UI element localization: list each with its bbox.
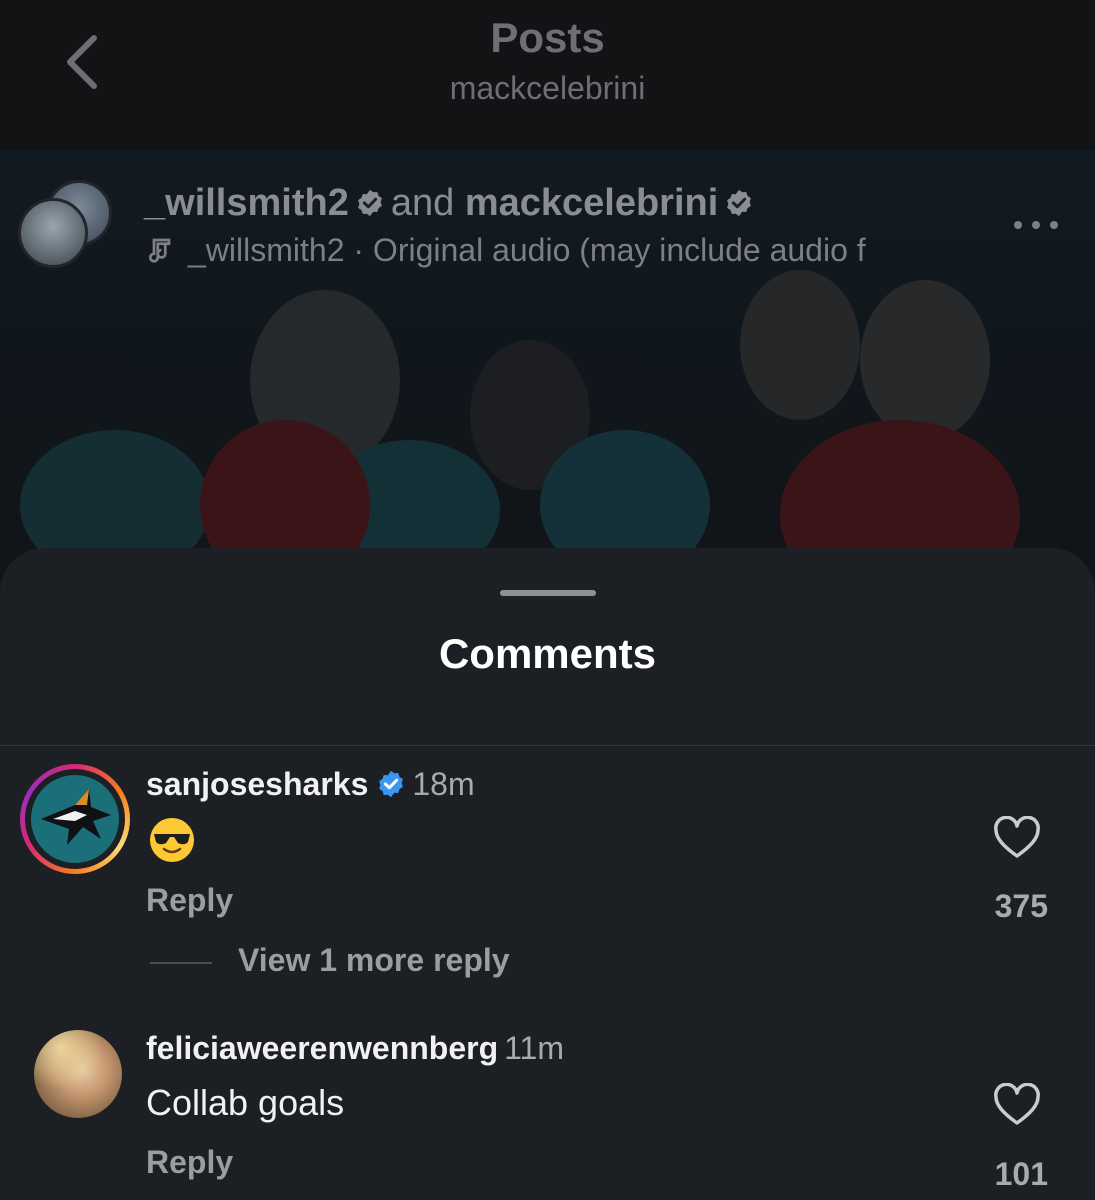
avatar-hair-highlight: [34, 1030, 122, 1118]
top-bar: Posts mackcelebrini: [0, 0, 1095, 150]
comments-sheet: Comments sanjosesharks 18m Reply 375 Vie…: [0, 548, 1095, 1200]
feliciaweerenwennberg-avatar[interactable]: [34, 1030, 122, 1118]
post-media[interactable]: _willsmith2 and mackcelebrini _willsmith2…: [0, 150, 1095, 600]
like-count: 375: [994, 888, 1048, 924]
comment-username[interactable]: feliciaweerenwennberg: [146, 1030, 498, 1066]
like-count: 101: [994, 1156, 1048, 1192]
comment-user[interactable]: feliciaweerenwennberg 11m: [146, 1030, 564, 1067]
verified-icon: [357, 189, 382, 217]
audio-info[interactable]: _willsmith2 · Original audio (may includ…: [144, 232, 974, 269]
music-note-icon: [148, 238, 171, 263]
collab-joiner: and: [390, 182, 455, 224]
sanjosesharks-avatar: [31, 775, 119, 863]
sheet-grabber[interactable]: [500, 590, 596, 596]
collab-authors: _willsmith2 and mackcelebrini: [144, 182, 760, 225]
sunglasses-emoji: [150, 818, 194, 862]
collab-user-2[interactable]: mackcelebrini: [465, 182, 718, 224]
avatar-mackcelebrini: [18, 198, 88, 268]
audio-text: _willsmith2 · Original audio (may includ…: [188, 232, 866, 268]
comment-text: Collab goals: [146, 1082, 345, 1123]
reply-button[interactable]: Reply: [146, 882, 233, 919]
more-dots-icon[interactable]: [1012, 218, 1060, 232]
comment-user[interactable]: sanjosesharks 18m: [146, 766, 475, 803]
verified-icon: [379, 770, 404, 798]
comment-time: 11m: [504, 1030, 564, 1066]
verified-icon: [727, 189, 752, 217]
page-title: Posts: [490, 14, 605, 61]
comment-time: 18m: [412, 766, 475, 802]
shark-logo-icon: [41, 789, 111, 845]
collab-avatars[interactable]: [18, 180, 112, 272]
view-more-replies[interactable]: View 1 more reply: [238, 942, 510, 979]
comment-username[interactable]: sanjosesharks: [146, 766, 368, 802]
avatar-story-ring[interactable]: [20, 764, 130, 874]
heart-icon[interactable]: [993, 1083, 1041, 1127]
reply-button[interactable]: Reply: [146, 1144, 233, 1181]
collab-user-1[interactable]: _willsmith2: [144, 182, 349, 224]
avatar-gap: [25, 769, 125, 869]
divider: [0, 745, 1095, 746]
thread-line: [150, 962, 212, 964]
heart-icon[interactable]: [993, 816, 1041, 860]
page-subtitle: mackcelebrini: [449, 70, 646, 106]
sheet-title: Comments: [438, 630, 657, 677]
